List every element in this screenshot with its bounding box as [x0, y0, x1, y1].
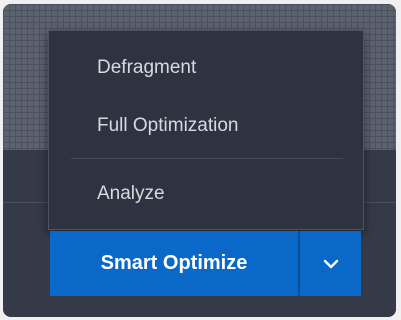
- optimize-options-toggle-button[interactable]: [300, 231, 361, 296]
- menu-item-analyze[interactable]: Analyze: [49, 174, 363, 214]
- optimization-dropdown-menu: Defragment Full Optimization Analyze: [48, 30, 364, 230]
- smart-optimize-label: Smart Optimize: [100, 252, 248, 274]
- menu-item-defragment[interactable]: Defragment: [49, 48, 363, 88]
- smart-optimize-split-button: Smart Optimize: [50, 231, 361, 296]
- smart-optimize-button[interactable]: Smart Optimize: [50, 231, 298, 296]
- chevron-down-icon: [323, 259, 339, 269]
- menu-item-label: Full Optimization: [97, 115, 239, 136]
- menu-item-label: Analyze: [97, 183, 165, 204]
- menu-item-full-optimization[interactable]: Full Optimization: [49, 106, 363, 146]
- menu-separator: [71, 158, 343, 159]
- menu-item-label: Defragment: [97, 57, 197, 78]
- app-window: Defragment Full Optimization Analyze Sma…: [0, 0, 401, 320]
